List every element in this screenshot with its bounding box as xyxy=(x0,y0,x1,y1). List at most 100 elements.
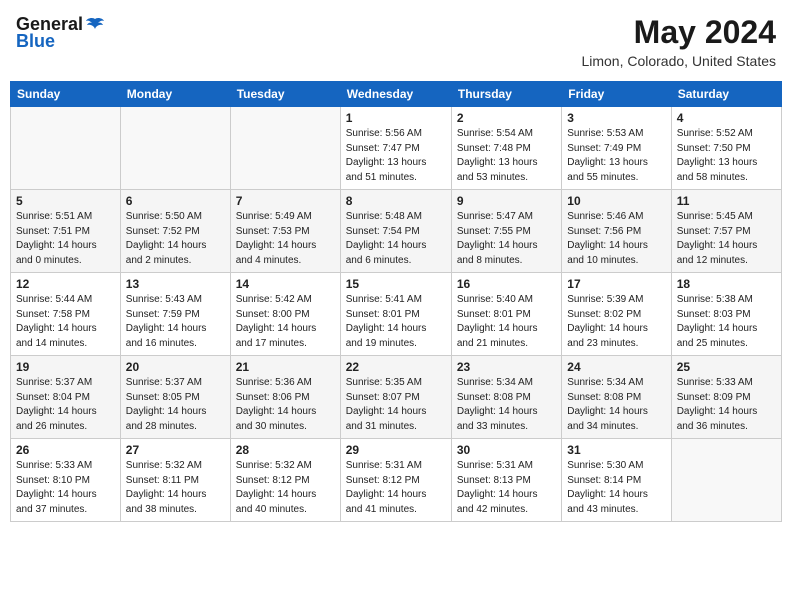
day-number: 9 xyxy=(457,194,556,208)
day-number: 15 xyxy=(346,277,446,291)
day-info: Sunrise: 5:50 AM Sunset: 7:52 PM Dayligh… xyxy=(126,210,225,268)
calendar-day-26: 26 Sunrise: 5:33 AM Sunset: 8:10 PM Dayli… xyxy=(11,439,121,522)
calendar-day-12: 12 Sunrise: 5:44 AM Sunset: 7:58 PM Dayli… xyxy=(11,273,121,356)
calendar-day-11: 11Sunrise: 5:45 AM Sunset: 7:57 PM Dayli… xyxy=(671,190,781,273)
calendar-day-empty xyxy=(230,107,340,190)
col-header-saturday: Saturday xyxy=(671,82,781,107)
calendar-week-row: 5 Sunrise: 5:51 AM Sunset: 7:51 PM Daylig… xyxy=(11,190,782,273)
calendar-day-25: 25 Sunrise: 5:33 AM Sunset: 8:09 PM Dayli… xyxy=(671,356,781,439)
calendar-day-24: 24Sunrise: 5:34 AM Sunset: 8:08 PM Dayli… xyxy=(562,356,671,439)
day-info: Sunrise: 5:37 AM Sunset: 8:05 PM Dayligh… xyxy=(126,376,225,434)
day-info: Sunrise: 5:35 AM Sunset: 8:07 PM Dayligh… xyxy=(346,376,446,434)
day-info: Sunrise: 5:31 AM Sunset: 8:12 PM Dayligh… xyxy=(346,459,446,517)
day-info: Sunrise: 5:31 AM Sunset: 8:13 PM Dayligh… xyxy=(457,459,556,517)
day-number: 25 xyxy=(677,360,776,374)
calendar-day-14: 14 Sunrise: 5:42 AM Sunset: 8:00 PM Dayli… xyxy=(230,273,340,356)
calendar-day-4: 4 Sunrise: 5:52 AM Sunset: 7:50 PM Daylig… xyxy=(671,107,781,190)
calendar-day-31: 31Sunrise: 5:30 AM Sunset: 8:14 PM Dayli… xyxy=(562,439,671,522)
calendar-week-row: 12 Sunrise: 5:44 AM Sunset: 7:58 PM Dayli… xyxy=(11,273,782,356)
day-info: Sunrise: 5:42 AM Sunset: 8:00 PM Dayligh… xyxy=(236,293,335,351)
calendar-day-18: 18Sunrise: 5:38 AM Sunset: 8:03 PM Dayli… xyxy=(671,273,781,356)
day-info: Sunrise: 5:51 AM Sunset: 7:51 PM Dayligh… xyxy=(16,210,115,268)
calendar-day-29: 29 Sunrise: 5:31 AM Sunset: 8:12 PM Dayli… xyxy=(340,439,451,522)
calendar-day-10: 10 Sunrise: 5:46 AM Sunset: 7:56 PM Dayli… xyxy=(562,190,671,273)
day-info: Sunrise: 5:45 AM Sunset: 7:57 PM Dayligh… xyxy=(677,210,776,268)
calendar-day-7: 7 Sunrise: 5:49 AM Sunset: 7:53 PM Daylig… xyxy=(230,190,340,273)
day-number: 3 xyxy=(567,111,665,125)
calendar-day-empty xyxy=(11,107,121,190)
day-number: 10 xyxy=(567,194,665,208)
calendar-day-empty xyxy=(120,107,230,190)
col-header-monday: Monday xyxy=(120,82,230,107)
day-info: Sunrise: 5:30 AM Sunset: 8:14 PM Dayligh… xyxy=(567,459,665,517)
col-header-tuesday: Tuesday xyxy=(230,82,340,107)
day-number: 26 xyxy=(16,443,115,457)
calendar-day-2: 2 Sunrise: 5:54 AM Sunset: 7:48 PM Daylig… xyxy=(451,107,561,190)
day-info: Sunrise: 5:34 AM Sunset: 8:08 PM Dayligh… xyxy=(567,376,665,434)
day-number: 14 xyxy=(236,277,335,291)
day-info: Sunrise: 5:33 AM Sunset: 8:10 PM Dayligh… xyxy=(16,459,115,517)
day-number: 28 xyxy=(236,443,335,457)
day-info: Sunrise: 5:37 AM Sunset: 8:04 PM Dayligh… xyxy=(16,376,115,434)
day-info: Sunrise: 5:46 AM Sunset: 7:56 PM Dayligh… xyxy=(567,210,665,268)
day-info: Sunrise: 5:54 AM Sunset: 7:48 PM Dayligh… xyxy=(457,127,556,185)
day-number: 21 xyxy=(236,360,335,374)
col-header-friday: Friday xyxy=(562,82,671,107)
calendar-week-row: 1Sunrise: 5:56 AM Sunset: 7:47 PM Daylig… xyxy=(11,107,782,190)
day-info: Sunrise: 5:36 AM Sunset: 8:06 PM Dayligh… xyxy=(236,376,335,434)
day-info: Sunrise: 5:49 AM Sunset: 7:53 PM Dayligh… xyxy=(236,210,335,268)
col-header-wednesday: Wednesday xyxy=(340,82,451,107)
day-number: 6 xyxy=(126,194,225,208)
calendar-day-3: 3Sunrise: 5:53 AM Sunset: 7:49 PM Daylig… xyxy=(562,107,671,190)
day-info: Sunrise: 5:52 AM Sunset: 7:50 PM Dayligh… xyxy=(677,127,776,185)
day-number: 8 xyxy=(346,194,446,208)
day-info: Sunrise: 5:41 AM Sunset: 8:01 PM Dayligh… xyxy=(346,293,446,351)
calendar-week-row: 19 Sunrise: 5:37 AM Sunset: 8:04 PM Dayli… xyxy=(11,356,782,439)
day-info: Sunrise: 5:48 AM Sunset: 7:54 PM Dayligh… xyxy=(346,210,446,268)
day-number: 12 xyxy=(16,277,115,291)
calendar-day-6: 6 Sunrise: 5:50 AM Sunset: 7:52 PM Daylig… xyxy=(120,190,230,273)
logo-bird-icon xyxy=(85,17,105,33)
day-number: 2 xyxy=(457,111,556,125)
calendar-day-15: 15 Sunrise: 5:41 AM Sunset: 8:01 PM Dayli… xyxy=(340,273,451,356)
day-info: Sunrise: 5:44 AM Sunset: 7:58 PM Dayligh… xyxy=(16,293,115,351)
day-info: Sunrise: 5:32 AM Sunset: 8:12 PM Dayligh… xyxy=(236,459,335,517)
day-number: 20 xyxy=(126,360,225,374)
calendar-day-8: 8 Sunrise: 5:48 AM Sunset: 7:54 PM Daylig… xyxy=(340,190,451,273)
day-number: 5 xyxy=(16,194,115,208)
day-number: 19 xyxy=(16,360,115,374)
calendar-day-23: 23 Sunrise: 5:34 AM Sunset: 8:08 PM Dayli… xyxy=(451,356,561,439)
calendar-day-21: 21 Sunrise: 5:36 AM Sunset: 8:06 PM Dayli… xyxy=(230,356,340,439)
day-info: Sunrise: 5:43 AM Sunset: 7:59 PM Dayligh… xyxy=(126,293,225,351)
day-info: Sunrise: 5:39 AM Sunset: 8:02 PM Dayligh… xyxy=(567,293,665,351)
calendar-day-30: 30 Sunrise: 5:31 AM Sunset: 8:13 PM Dayli… xyxy=(451,439,561,522)
calendar-day-9: 9 Sunrise: 5:47 AM Sunset: 7:55 PM Daylig… xyxy=(451,190,561,273)
day-info: Sunrise: 5:56 AM Sunset: 7:47 PM Dayligh… xyxy=(346,127,446,185)
day-number: 23 xyxy=(457,360,556,374)
day-info: Sunrise: 5:34 AM Sunset: 8:08 PM Dayligh… xyxy=(457,376,556,434)
day-info: Sunrise: 5:33 AM Sunset: 8:09 PM Dayligh… xyxy=(677,376,776,434)
calendar-day-28: 28 Sunrise: 5:32 AM Sunset: 8:12 PM Dayli… xyxy=(230,439,340,522)
page-title: May 2024 xyxy=(581,14,776,51)
col-header-sunday: Sunday xyxy=(11,82,121,107)
day-info: Sunrise: 5:32 AM Sunset: 8:11 PM Dayligh… xyxy=(126,459,225,517)
day-number: 7 xyxy=(236,194,335,208)
calendar-day-1: 1Sunrise: 5:56 AM Sunset: 7:47 PM Daylig… xyxy=(340,107,451,190)
day-info: Sunrise: 5:40 AM Sunset: 8:01 PM Dayligh… xyxy=(457,293,556,351)
day-number: 4 xyxy=(677,111,776,125)
day-number: 16 xyxy=(457,277,556,291)
calendar-day-13: 13Sunrise: 5:43 AM Sunset: 7:59 PM Dayli… xyxy=(120,273,230,356)
day-info: Sunrise: 5:47 AM Sunset: 7:55 PM Dayligh… xyxy=(457,210,556,268)
col-header-thursday: Thursday xyxy=(451,82,561,107)
calendar-day-empty xyxy=(671,439,781,522)
day-number: 29 xyxy=(346,443,446,457)
day-number: 22 xyxy=(346,360,446,374)
calendar-day-27: 27 Sunrise: 5:32 AM Sunset: 8:11 PM Dayli… xyxy=(120,439,230,522)
logo-text-blue: Blue xyxy=(16,31,55,52)
calendar-week-row: 26 Sunrise: 5:33 AM Sunset: 8:10 PM Dayli… xyxy=(11,439,782,522)
calendar-header-row: SundayMondayTuesdayWednesdayThursdayFrid… xyxy=(11,82,782,107)
calendar-table: SundayMondayTuesdayWednesdayThursdayFrid… xyxy=(10,81,782,522)
day-number: 27 xyxy=(126,443,225,457)
page-subtitle: Limon, Colorado, United States xyxy=(581,53,776,69)
day-number: 30 xyxy=(457,443,556,457)
